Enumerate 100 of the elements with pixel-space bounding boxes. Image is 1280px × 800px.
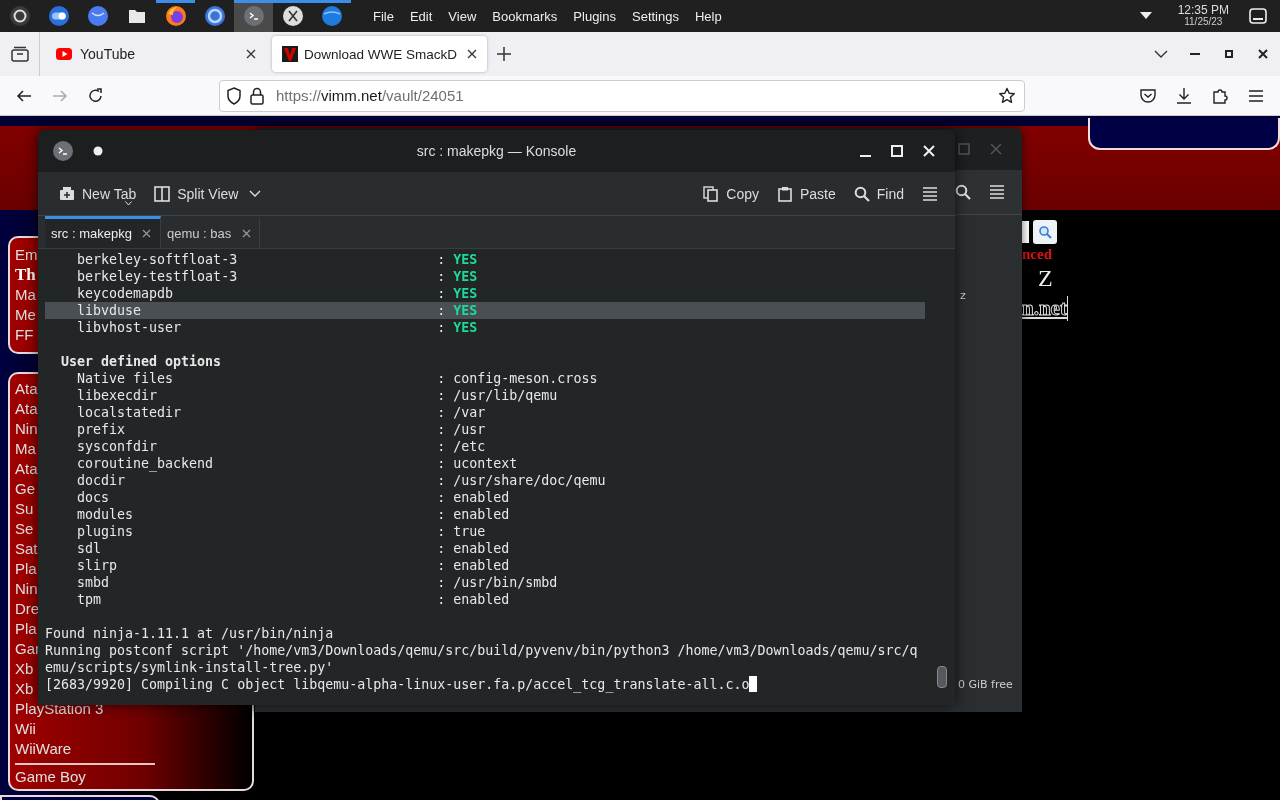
lock-icon [250, 86, 264, 105]
sidebar-link[interactable]: Se [15, 519, 34, 539]
sidebar-link[interactable]: Ata [15, 459, 38, 479]
terminal-line: prefix : /usr [76, 421, 487, 438]
sidebar-link[interactable]: Pla [15, 619, 37, 639]
puzzle-icon [1211, 86, 1229, 105]
terminal-line: coroutine_backend : ucontext [76, 455, 519, 472]
sidebar-link[interactable]: Me [15, 305, 36, 325]
forward-arrow-icon [52, 87, 68, 104]
sidebar-link[interactable]: Th [15, 265, 36, 285]
caret-down-icon [125, 200, 132, 206]
sidebar-link[interactable]: Wii [15, 719, 36, 739]
dot-icon [93, 146, 103, 156]
menu-item[interactable]: File [365, 5, 402, 27]
find-button[interactable]: Find [846, 178, 911, 209]
copy-button[interactable]: Copy [696, 178, 766, 209]
play-icon [56, 46, 72, 62]
menu-item[interactable]: Plugins [565, 5, 624, 27]
sidebar-link[interactable]: Xb [15, 659, 34, 679]
terminal-line: berkeley-testfloat-3 : YES [76, 268, 479, 285]
menu-item[interactable]: Help [686, 5, 730, 27]
search-button[interactable] [1033, 220, 1057, 244]
sidebar-link[interactable]: Dre [15, 599, 40, 619]
search-icon [955, 184, 971, 200]
terminal-line: sysconfdir : /etc [76, 438, 487, 455]
shield-icon [226, 86, 242, 105]
menu-icon [922, 185, 938, 202]
sidebar-link[interactable]: Ge [15, 479, 35, 499]
terminal-line: slirp : enabled [76, 557, 511, 574]
caret-down-icon [1139, 12, 1152, 20]
terminal-line: smbd : /usr/bin/smbd [76, 574, 559, 591]
search-icon [853, 185, 870, 202]
terminal-line: User defined options [60, 353, 223, 370]
x-circle-icon [281, 5, 304, 27]
globe-icon [86, 5, 109, 27]
address-field[interactable]: https://vimm.net/vault/24051 [219, 79, 1025, 112]
scrollbar-thumb[interactable] [937, 666, 947, 688]
pocket-icon [1139, 86, 1157, 105]
terminal-line: localstatedir : /var [76, 404, 487, 421]
sidebar-link[interactable]: Ata [15, 379, 38, 399]
sidebar-link[interactable]: Game Boy [15, 767, 86, 787]
menu-item[interactable]: View [440, 5, 485, 27]
chevron-down-icon [249, 189, 262, 198]
split-view-button[interactable]: Split View [147, 178, 269, 209]
browser-tab[interactable]: Download WWE SmackD [272, 36, 488, 72]
terminal-line: Found ninja-1.11.1 at /usr/bin/ninja [45, 625, 335, 642]
chevron-down-icon [1154, 50, 1168, 58]
sidebar-link[interactable]: Nin [15, 579, 38, 599]
split-view-icon [154, 185, 171, 202]
terminal-line: berkeley-softfloat-3 : YES [76, 251, 479, 268]
sidebar-link[interactable]: FF [15, 325, 34, 345]
bubble-icon [320, 5, 343, 27]
sidebar-link[interactable]: Sat [15, 539, 38, 559]
download-icon [1175, 86, 1193, 105]
menu-item[interactable]: Edit [401, 5, 441, 27]
terminal-line: modules : enabled [76, 506, 511, 523]
tab-title: Download WWE SmackD [304, 46, 458, 62]
clock-time: 12:35 PM [1177, 5, 1229, 16]
clipboard-icon [776, 185, 793, 202]
orb-icon [203, 5, 226, 27]
sidebar-link[interactable]: Xb [15, 679, 34, 699]
sidebar-link[interactable]: Ma [15, 439, 36, 459]
sidebar-link[interactable]: Em [15, 245, 38, 265]
terminal-icon [242, 5, 265, 27]
letter-link[interactable]: Z [1038, 265, 1053, 292]
star-icon [998, 86, 1016, 105]
clock-date: 11/25/23 [1184, 16, 1223, 27]
close-icon [923, 145, 935, 157]
browser-tab[interactable]: YouTube [44, 36, 270, 72]
terminal-tab[interactable]: src : makepkg [45, 216, 161, 248]
terminal-line: Running postconf script '/home/vm3/Downloads/qemu/src/build/pyvenv/bin/python3 /home/vm3/Downloads/qemu/src/qemu/scripts/symlink-install-tree.py' [45, 642, 919, 676]
sidebar-link[interactable]: Pla [15, 559, 37, 579]
new-tab-button[interactable]: New Tab [52, 178, 144, 209]
sidebar-link[interactable]: Nin [15, 419, 38, 439]
sidebar-link[interactable]: WiiWare [15, 739, 72, 759]
menu-item[interactable]: Settings [624, 5, 687, 27]
close-icon [241, 229, 251, 238]
advanced-link[interactable]: nced [1022, 246, 1052, 263]
terminal-line: docs : enabled [76, 489, 511, 506]
window-title: src : makepkg — Konsole [415, 143, 578, 159]
toggle-icon [47, 5, 70, 27]
plus-icon [497, 47, 512, 61]
sidebar-link[interactable]: Su [15, 499, 34, 519]
tab-title: YouTube [80, 46, 136, 62]
copy-icon [703, 185, 720, 202]
new-tab-icon [59, 185, 75, 202]
terminal-line: sdl : enabled [76, 540, 511, 557]
keep-above-button[interactable] [91, 144, 105, 158]
terminal-icon [52, 140, 74, 162]
minimize-icon [859, 154, 871, 157]
content-text: z [960, 289, 967, 302]
menu-item[interactable]: Bookmarks [484, 5, 566, 27]
url-text: https://vimm.net/vault/24051 [276, 87, 464, 104]
sidebar-link[interactable]: Gar [15, 639, 40, 659]
sidebar-link[interactable]: Ma [15, 285, 36, 305]
sidebar-link[interactable]: Ata [15, 399, 38, 419]
close-icon [467, 49, 478, 59]
search-field[interactable] [1022, 221, 1029, 243]
terminal-tab[interactable]: qemu : bas [160, 216, 261, 248]
paste-button[interactable]: Paste [769, 178, 843, 209]
